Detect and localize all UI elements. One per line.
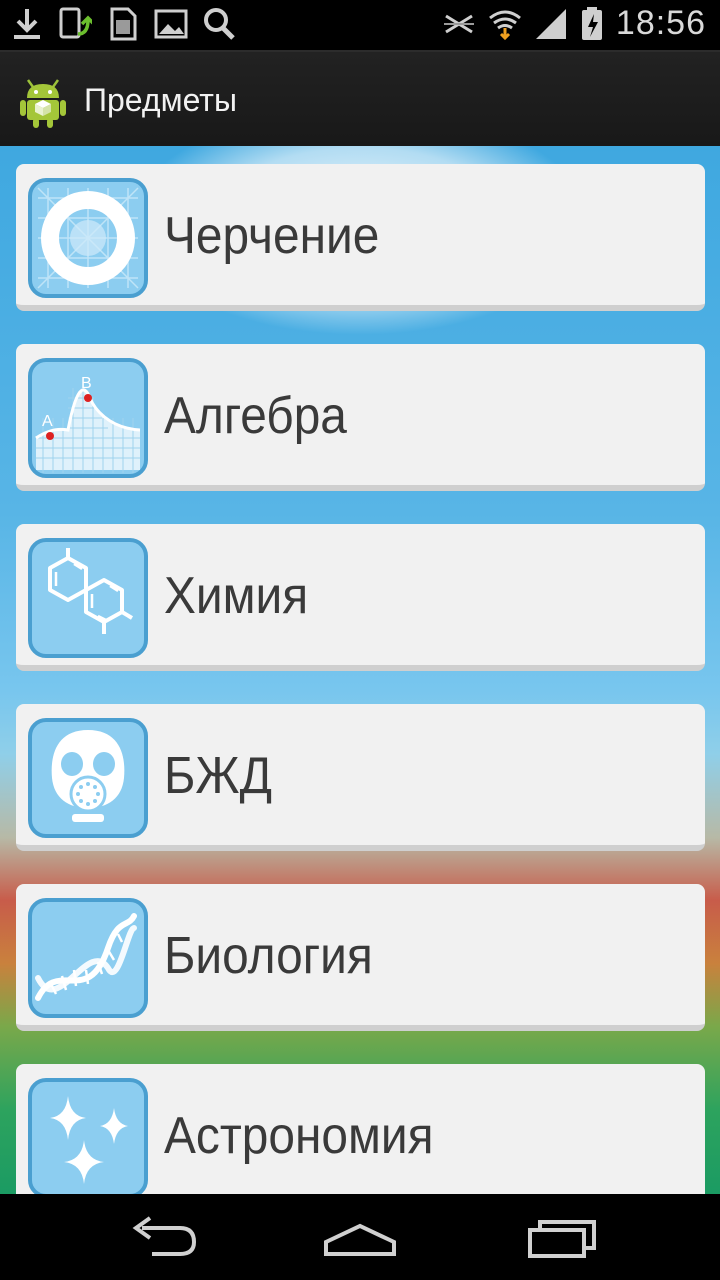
- list-item-label: Черчение: [164, 207, 380, 265]
- clock: 18:56: [615, 4, 706, 42]
- gas-mask-icon: [28, 718, 148, 838]
- list-item-label: БЖД: [164, 747, 272, 805]
- list-item-biology[interactable]: Биология: [16, 884, 705, 1031]
- list-item-label: Биология: [164, 927, 373, 985]
- graph-icon: A B: [28, 358, 148, 478]
- android-app-icon: [20, 79, 66, 128]
- molecule-icon: [28, 538, 148, 658]
- action-bar: Предметы: [0, 50, 720, 148]
- stars-icon: [28, 1078, 148, 1194]
- list-item-algebra[interactable]: A B Алгебра: [16, 344, 705, 491]
- page-title: Предметы: [84, 82, 237, 118]
- sd-card-icon: [110, 7, 137, 41]
- download-icon: [14, 9, 40, 39]
- dna-icon: [28, 898, 148, 1018]
- list-item-chemistry[interactable]: Химия: [16, 524, 705, 671]
- list-item-drafting[interactable]: Черчение: [16, 164, 705, 311]
- phone-upload-icon: [59, 7, 92, 39]
- list-item-label: Астрономия: [164, 1107, 434, 1165]
- graph-label-a: A: [42, 413, 53, 430]
- recent-apps-icon[interactable]: [522, 1212, 602, 1262]
- back-icon[interactable]: [122, 1212, 202, 1262]
- wifi-icon: [488, 10, 521, 40]
- list-item-label: Химия: [164, 567, 309, 625]
- list-item-label: Алгебра: [164, 387, 347, 445]
- list-item-life-safety[interactable]: БЖД: [16, 704, 705, 851]
- navigation-bar: [0, 1194, 720, 1280]
- battery-charging-icon: [581, 6, 602, 40]
- drafting-icon: [28, 178, 148, 298]
- image-icon: [154, 9, 188, 39]
- list-item-astronomy[interactable]: Астрономия: [16, 1064, 705, 1194]
- search-icon: [204, 8, 235, 40]
- status-bar: 18:56: [0, 0, 720, 50]
- graph-label-b: B: [81, 375, 92, 392]
- subjects-list[interactable]: Черчение A B Алгебра Химия БЖД Биология …: [0, 146, 720, 1194]
- no-sim-icon: [443, 14, 474, 33]
- signal-icon: [535, 8, 566, 39]
- home-icon[interactable]: [320, 1212, 400, 1262]
